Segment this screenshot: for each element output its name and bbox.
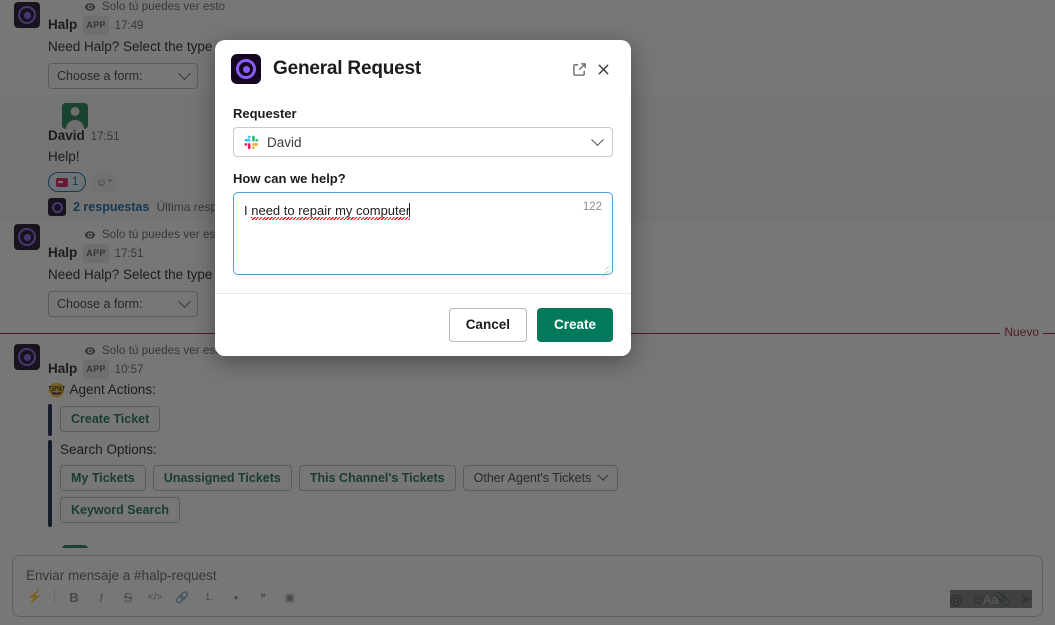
chevron-down-icon	[591, 132, 604, 146]
app-root: Solo tú puedes ver esto Halp APP 17:49 N…	[0, 0, 1055, 625]
resize-handle-icon[interactable]	[600, 262, 609, 271]
cancel-button[interactable]: Cancel	[448, 308, 527, 342]
modal-footer: Cancel Create	[215, 293, 631, 356]
create-button[interactable]: Create	[536, 308, 613, 342]
requester-label: Requester	[233, 106, 297, 121]
help-text-spellchecked: need to repair my computer	[251, 203, 411, 218]
character-count: 122	[582, 201, 602, 213]
modal-body: Requester David How can we help? I need …	[215, 94, 631, 293]
slack-logo-icon	[244, 135, 259, 150]
help-textarea-value: I need to repair my computer	[244, 202, 411, 219]
close-icon[interactable]	[591, 57, 615, 81]
halp-logo-icon	[231, 54, 261, 84]
requester-value: David	[267, 134, 302, 150]
help-textarea[interactable]: I need to repair my computer 122	[233, 192, 613, 275]
help-label: How can we help?	[233, 171, 346, 186]
open-external-icon[interactable]	[567, 57, 591, 81]
modal-title: General Request	[273, 58, 421, 79]
modal-header: General Request	[215, 40, 631, 94]
requester-select[interactable]: David	[233, 127, 613, 157]
general-request-modal: General Request Requester David How can …	[215, 40, 631, 356]
